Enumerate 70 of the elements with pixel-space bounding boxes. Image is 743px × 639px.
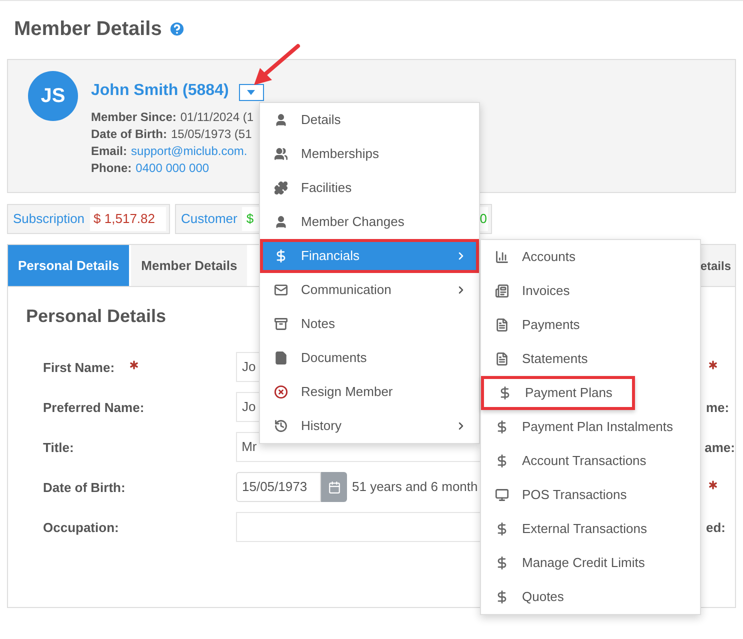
detail-value: 01/11/2024 (1 — [180, 109, 254, 126]
document-icon — [495, 318, 509, 332]
field-label: me: — [706, 399, 730, 417]
detail-label: Email: — [91, 143, 128, 160]
dollar-icon — [495, 454, 509, 468]
tab[interactable]: etails — [699, 245, 735, 286]
submenu-item[interactable]: Payments — [481, 308, 600, 342]
submenu-item[interactable]: Payment Plan Instalments — [481, 410, 694, 444]
summary-value: $ — [246, 210, 254, 228]
dollar-icon — [274, 249, 288, 263]
menu-item[interactable]: Communication — [260, 273, 479, 307]
user-icon — [274, 113, 288, 127]
submenu-item[interactable]: External Transactions — [481, 512, 668, 546]
close-icon — [274, 385, 288, 399]
menu-item[interactable]: Resign Member — [260, 375, 479, 409]
menu-item[interactable]: History — [260, 409, 479, 443]
user-icon — [274, 215, 288, 229]
summary-value: 0 — [480, 210, 487, 228]
tab[interactable]: Member Details — [131, 245, 248, 286]
help-icon[interactable] — [168, 20, 186, 38]
monitor-icon — [495, 488, 509, 502]
archive-icon — [274, 317, 288, 331]
dropdown-button[interactable] — [238, 84, 264, 101]
list-icon — [495, 284, 509, 298]
menu-item[interactable]: Member Changes — [260, 205, 479, 239]
submenu-item[interactable]: Invoices — [481, 274, 590, 308]
file-icon — [274, 351, 288, 365]
field-label: ame: — [704, 439, 735, 457]
history-icon — [274, 419, 288, 433]
detail-label: Phone: — [91, 160, 132, 177]
dollar-icon — [495, 590, 509, 604]
field-label: Date of Birth: — [43, 479, 126, 497]
puzzle-icon — [274, 181, 288, 195]
document-icon — [495, 352, 509, 366]
section-title: Personal Details — [26, 305, 166, 328]
users-icon — [274, 147, 288, 161]
envelope-icon — [274, 283, 288, 297]
menu-item[interactable]: Memberships — [260, 137, 479, 171]
submenu-item[interactable]: Payment Plans — [481, 376, 636, 410]
menu-item[interactable]: Details — [260, 103, 479, 137]
field-label: ed: — [706, 519, 726, 537]
avatar: JS — [28, 71, 78, 121]
date-field[interactable]: 15/05/1973 — [236, 472, 321, 502]
submenu-item[interactable]: Account Transactions — [481, 444, 666, 478]
field-label: Occupation: — [43, 519, 119, 537]
submenu-item[interactable]: POS Transactions — [481, 478, 647, 512]
detail-label: Member Since: — [91, 109, 176, 126]
bar-chart-icon — [495, 250, 509, 264]
field-label: Preferred Name: — [43, 399, 144, 417]
dollar-icon — [495, 522, 509, 536]
page-title: Member Details — [14, 17, 162, 42]
submenu-item[interactable]: Manage Credit Limits — [481, 546, 665, 580]
caret-icon — [247, 90, 256, 95]
summary-value: $ 1,517.82 — [94, 210, 155, 228]
detail-value: 15/05/1973 (51 — [171, 126, 252, 143]
dollar-icon — [495, 556, 509, 570]
field-label: Title: — [43, 439, 74, 457]
submenu-item[interactable]: Quotes — [481, 580, 584, 614]
age-text: 51 years and 6 month — [352, 478, 478, 496]
dollar-icon — [495, 420, 509, 434]
menu-item[interactable]: Facilities — [260, 171, 479, 205]
detail-label: Date of Birth: — [91, 126, 167, 143]
submenu-item[interactable]: Accounts — [481, 240, 596, 274]
menu-item[interactable]: Notes — [260, 307, 479, 341]
calendar-icon — [328, 480, 340, 494]
menu-item[interactable]: Documents — [260, 341, 479, 375]
dollar-icon — [498, 386, 512, 400]
calendar-button[interactable] — [321, 472, 347, 502]
submenu-item[interactable]: Statements — [481, 342, 608, 376]
field-label: First Name: — [43, 359, 115, 377]
